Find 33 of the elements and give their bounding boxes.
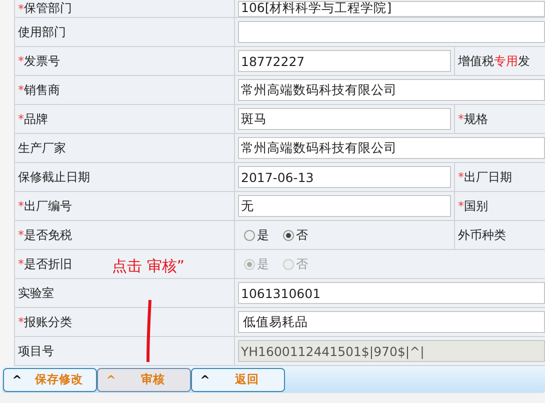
radio-option[interactable]: 是 <box>244 226 269 244</box>
form-label: *品牌 <box>15 105 235 133</box>
text-field[interactable]: 常州高端数码科技有限公司 <box>238 137 545 159</box>
text-field[interactable] <box>238 21 545 43</box>
form-label: 使用部门 <box>15 18 235 46</box>
select-field[interactable]: 低值易耗品 <box>238 311 545 333</box>
text-field[interactable]: 18772227 <box>238 50 451 72</box>
form-label: *是否免税 <box>15 221 235 249</box>
form-label: *销售商 <box>15 76 235 104</box>
text-field[interactable]: 斑马 <box>238 108 451 130</box>
annotation-line <box>146 299 152 363</box>
form-label: *保管部门 <box>15 0 235 17</box>
action-button[interactable]: ^ 保存修改 <box>3 368 97 392</box>
form-label: *出厂编号 <box>15 192 235 220</box>
action-button[interactable]: ^ 返回 <box>191 368 285 392</box>
form-label: 增值税专用发 <box>457 52 531 70</box>
form-label: 外币种类 <box>457 226 507 244</box>
radio-option[interactable]: 否 <box>283 226 308 244</box>
form-label: 保修截止日期 <box>15 163 235 191</box>
form-label: *出厂日期 <box>457 168 513 186</box>
form-label: 实验室 <box>15 279 235 307</box>
text-field[interactable]: 1061310601 <box>238 282 545 304</box>
text-field[interactable]: 常州高端数码科技有限公司 <box>238 79 545 101</box>
form-label: *规格 <box>457 110 489 128</box>
annotation-text: 点击 审核” <box>112 257 185 276</box>
form-label: *报账分类 <box>15 308 235 336</box>
text-field[interactable]: 2017-06-13 <box>238 166 451 188</box>
text-field[interactable]: 106[材料科学与工程学院] <box>238 0 545 16</box>
form-label: 生产厂家 <box>15 134 235 162</box>
form-label: *国别 <box>457 198 489 215</box>
form-label: *发票号 <box>15 47 235 75</box>
form-label: 项目号 <box>15 337 235 365</box>
text-field[interactable]: 无 <box>238 195 451 217</box>
